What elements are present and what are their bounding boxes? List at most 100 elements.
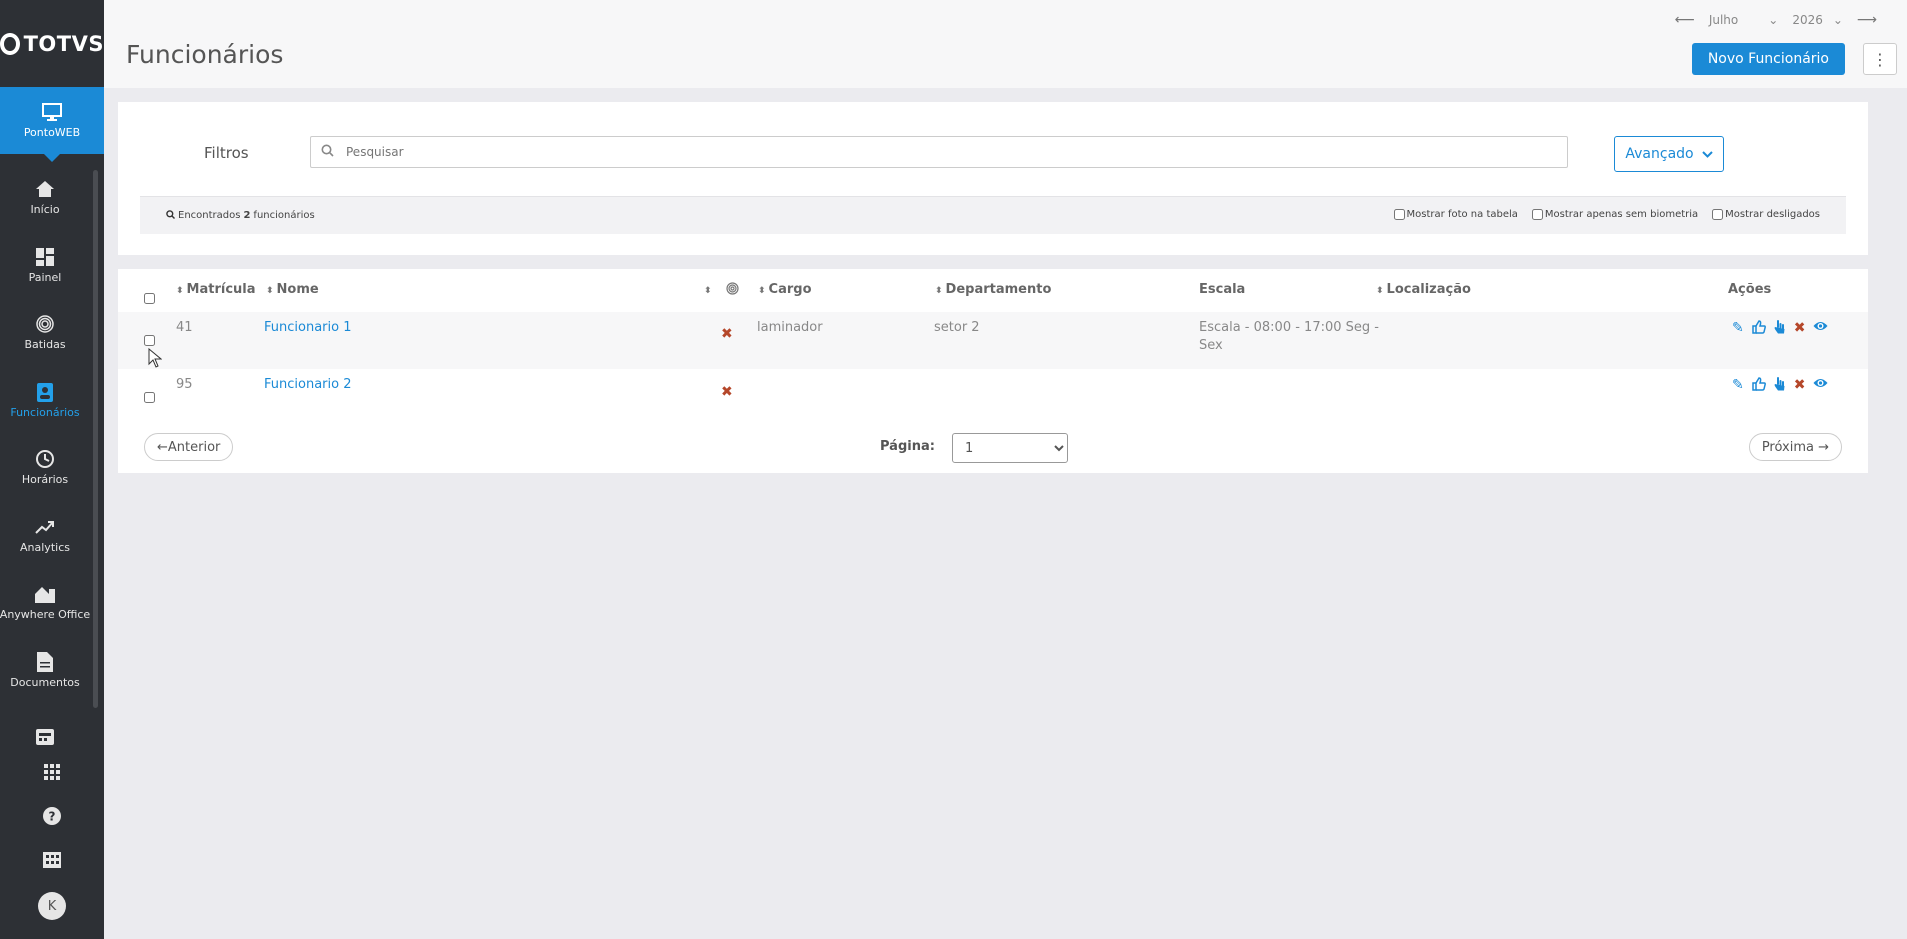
sidebar-item-label: Batidas	[24, 338, 66, 352]
show-photo-checkbox[interactable]	[1393, 209, 1405, 220]
column-label: Departamento	[945, 282, 1052, 297]
page-header: Funcionários ⟵ Julho ⌄ 2026 ⌄ ⟶ Novo Fun…	[104, 0, 1907, 88]
cell-departamento: setor 2	[934, 320, 980, 335]
delete-x-icon[interactable]: ✖	[1794, 377, 1806, 395]
totvs-logo-icon	[0, 32, 20, 55]
search-box[interactable]	[310, 136, 1568, 168]
sidebar: TOTVS PontoWEB Início Painel Batidas Fun…	[0, 0, 104, 939]
found-suffix: funcionários	[253, 210, 315, 221]
thumbs-up-icon[interactable]	[1751, 377, 1766, 395]
sidebar-item-documentos[interactable]: Documentos	[0, 637, 90, 705]
page-title: Funcionários	[126, 40, 284, 69]
document-icon	[34, 651, 56, 672]
show-dismissed-checkbox[interactable]	[1712, 209, 1724, 220]
period-selector: ⟵ Julho ⌄ 2026 ⌄ ⟶	[1675, 12, 1877, 28]
search-icon	[321, 144, 334, 161]
edit-pencil-icon[interactable]: ✎	[1732, 320, 1744, 338]
column-label: Escala	[1199, 282, 1246, 297]
monitor-icon	[41, 102, 63, 122]
view-eye-icon[interactable]	[1813, 377, 1828, 395]
more-options-button[interactable]: ⋮	[1863, 43, 1897, 75]
option-no-biometrics[interactable]: Mostrar apenas sem biometria	[1531, 209, 1698, 220]
column-departamento[interactable]: ⬍ Departamento	[935, 282, 1051, 297]
cell-matricula: 95	[176, 377, 193, 392]
option-show-photo[interactable]: Mostrar foto na tabela	[1393, 209, 1518, 220]
sidebar-item-inicio[interactable]: Início	[0, 164, 90, 232]
column-escala: Escala	[1199, 282, 1245, 297]
sidebar-nav: Início Painel Batidas Funcionários Horár…	[0, 164, 90, 772]
search-input[interactable]	[346, 145, 1446, 159]
option-show-dismissed[interactable]: Mostrar desligados	[1712, 209, 1820, 220]
sidebar-item-label: Anywhere Office	[0, 608, 91, 622]
sort-icon: ⬍	[1376, 286, 1384, 296]
sidebar-bottom: ? K	[0, 752, 104, 928]
row-checkbox[interactable]	[144, 392, 155, 403]
hand-pointer-icon[interactable]	[1774, 377, 1786, 395]
column-localizacao[interactable]: ⬍ Localização	[1376, 282, 1471, 297]
year-select[interactable]: 2026 ⌄	[1792, 13, 1843, 27]
logo-text: TOTVS	[23, 31, 104, 56]
delete-x-icon[interactable]: ✖	[1794, 320, 1806, 338]
advanced-filter-button[interactable]: Avançado	[1614, 136, 1724, 172]
help-button[interactable]: ?	[0, 796, 104, 840]
no-biometrics-icon: ✖	[721, 384, 733, 400]
employee-name-link[interactable]: Funcionario 1	[264, 320, 351, 335]
sidebar-item-funcionarios[interactable]: Funcionários	[0, 367, 90, 435]
column-cargo[interactable]: ⬍ Cargo	[758, 282, 812, 297]
column-label: Localização	[1386, 282, 1471, 297]
select-all-checkbox[interactable]	[144, 293, 155, 304]
edit-pencil-icon[interactable]: ✎	[1732, 377, 1744, 395]
sidebar-item-horarios[interactable]: Horários	[0, 434, 90, 502]
row-actions: ✎ ✖	[1732, 377, 1828, 395]
column-biometria	[726, 282, 739, 299]
row-checkbox[interactable]	[144, 335, 155, 346]
sidebar-scrollbar[interactable]	[93, 170, 98, 708]
sidebar-item-painel[interactable]: Painel	[0, 232, 90, 300]
sidebar-item-anywhere-office[interactable]: Anywhere Office	[0, 569, 90, 637]
advanced-label: Avançado	[1625, 146, 1694, 162]
user-menu[interactable]: K	[0, 884, 104, 928]
sidebar-item-label: Analytics	[20, 540, 70, 554]
column-nome[interactable]: ⬍ Nome	[266, 282, 319, 297]
column-biometria-sort[interactable]: ⬍	[704, 282, 715, 297]
building-button[interactable]	[0, 840, 104, 884]
display-options: Mostrar foto na tabela Mostrar apenas se…	[1393, 209, 1820, 220]
cell-escala-cont: Sex	[1199, 338, 1223, 353]
next-period-arrow-icon[interactable]: ⟶	[1857, 12, 1877, 28]
sidebar-item-label: Painel	[28, 270, 62, 284]
found-prefix: Encontrados	[178, 210, 241, 221]
app-name: PontoWEB	[23, 126, 81, 139]
column-label: Cargo	[768, 282, 812, 297]
sort-icon: ⬍	[758, 286, 766, 296]
sidebar-item-analytics[interactable]: Analytics	[0, 502, 90, 570]
month-select[interactable]: Julho ⌄	[1709, 13, 1779, 27]
sort-icon: ⬍	[935, 286, 943, 296]
prev-period-arrow-icon[interactable]: ⟵	[1675, 12, 1695, 28]
page-select[interactable]: 1	[952, 433, 1068, 463]
mouse-cursor-icon	[148, 348, 162, 368]
column-acoes: Ações	[1728, 282, 1771, 297]
svg-text:?: ?	[49, 809, 56, 823]
table-row: 41 Funcionario 1 ✖ laminador setor 2 Esc…	[118, 312, 1868, 369]
apps-grid-button[interactable]	[0, 752, 104, 796]
hand-pointer-icon[interactable]	[1774, 320, 1786, 338]
employee-name-link[interactable]: Funcionario 2	[264, 377, 351, 392]
thumbs-up-icon[interactable]	[1751, 320, 1766, 338]
column-matricula[interactable]: ⬍ Matrícula	[176, 282, 256, 297]
avatar: K	[38, 892, 66, 920]
trend-icon	[34, 517, 56, 537]
chevron-down-icon: ⌄	[1832, 13, 1843, 27]
filters-title: Filtros	[204, 144, 249, 162]
previous-page-button[interactable]: ←Anterior	[144, 433, 234, 461]
no-biometrics-checkbox[interactable]	[1531, 209, 1543, 220]
clock-icon	[34, 449, 56, 469]
sidebar-item-label: Horários	[21, 473, 69, 487]
fingerprint-icon	[34, 314, 56, 334]
app-switch-pontoweb[interactable]: PontoWEB	[0, 87, 104, 162]
totvs-logo[interactable]: TOTVS	[0, 0, 104, 87]
sidebar-item-batidas[interactable]: Batidas	[0, 299, 90, 367]
cell-matricula: 41	[176, 320, 193, 335]
next-page-button[interactable]: Próxima →	[1748, 433, 1842, 461]
new-employee-button[interactable]: Novo Funcionário	[1691, 43, 1845, 75]
view-eye-icon[interactable]	[1813, 320, 1828, 338]
